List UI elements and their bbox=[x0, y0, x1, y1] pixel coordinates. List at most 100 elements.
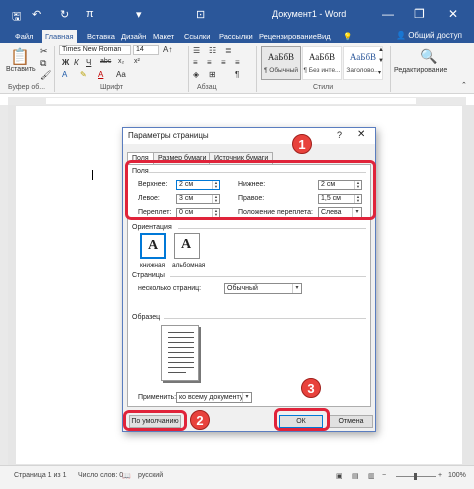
tab-insert[interactable]: Вставка bbox=[84, 30, 118, 43]
style-normal[interactable]: АаБбВ ¶ Обычный bbox=[261, 46, 301, 80]
superscript-button[interactable]: x² bbox=[134, 58, 140, 65]
font-color-icon[interactable]: A bbox=[98, 70, 103, 79]
page-count[interactable]: Страница 1 из 1 bbox=[14, 472, 66, 479]
zoom-level[interactable]: 100% bbox=[448, 472, 466, 479]
apply-to-label: Применить: bbox=[138, 394, 177, 401]
italic-button[interactable]: К bbox=[74, 58, 79, 67]
language-indicator[interactable]: русский bbox=[138, 472, 163, 479]
share-button[interactable]: 👤 Общий доступ bbox=[396, 31, 462, 40]
zoom-slider-thumb[interactable] bbox=[414, 473, 417, 480]
tab-file[interactable]: Файл bbox=[12, 30, 36, 43]
collapse-ribbon-icon[interactable]: ⌃ bbox=[461, 81, 467, 89]
pages-section-label: Страницы bbox=[132, 272, 165, 279]
horizontal-ruler[interactable] bbox=[8, 97, 466, 105]
chevron-down-icon: ▾ bbox=[292, 284, 301, 293]
read-mode-icon[interactable]: ▣ bbox=[336, 472, 343, 480]
dialog-close-button[interactable]: ✕ bbox=[357, 129, 365, 140]
multiple-pages-select[interactable]: Обычный ▾ bbox=[224, 283, 302, 294]
paste-button-label[interactable]: Вставить bbox=[6, 66, 36, 73]
group-label-paragraph: Абзац bbox=[197, 84, 217, 91]
show-marks-icon[interactable]: ¶ bbox=[235, 70, 239, 79]
landscape-option[interactable]: A bbox=[174, 233, 200, 259]
portrait-option[interactable]: A bbox=[140, 233, 166, 259]
step-badge-2: 2 bbox=[190, 410, 210, 430]
align-left-icon[interactable]: ≡ bbox=[193, 58, 198, 67]
print-layout-icon[interactable]: ▤ bbox=[352, 472, 359, 480]
style-no-spacing[interactable]: АаБбВ ¶ Без инте... bbox=[302, 46, 342, 80]
vertical-ruler[interactable] bbox=[0, 105, 8, 465]
grow-font-icon[interactable]: A↑ bbox=[163, 45, 172, 54]
default-button-highlight bbox=[123, 410, 187, 431]
window-title: Документ1 - Word bbox=[272, 9, 347, 19]
redo-icon[interactable]: ↻ bbox=[60, 8, 69, 21]
chevron-down-icon: ▾ bbox=[242, 393, 251, 402]
tab-review[interactable]: Рецензирование bbox=[256, 30, 320, 43]
preview-line bbox=[168, 337, 194, 338]
cancel-button[interactable]: Отмена bbox=[329, 415, 373, 428]
undo-icon[interactable]: ↶ bbox=[32, 8, 41, 21]
apply-to-select[interactable]: ко всему документу ▾ bbox=[176, 392, 252, 403]
copy-icon[interactable]: ⧉ bbox=[40, 58, 46, 69]
tab-references[interactable]: Ссылки bbox=[181, 30, 213, 43]
group-label-styles: Стили bbox=[313, 84, 334, 91]
editing-button[interactable]: Редактирование bbox=[394, 67, 447, 74]
change-case-icon[interactable]: Aa bbox=[116, 70, 126, 79]
proofing-icon[interactable]: 📖 bbox=[122, 472, 131, 480]
tab-layout[interactable]: Макет bbox=[150, 30, 177, 43]
font-name-select[interactable]: Times New Roman bbox=[59, 45, 131, 55]
restore-button[interactable]: ❐ bbox=[414, 7, 425, 21]
styles-scroll-down-icon[interactable]: ▼ bbox=[378, 58, 384, 64]
underline-button[interactable]: Ч bbox=[86, 58, 91, 67]
justify-icon[interactable]: ≡ bbox=[235, 58, 240, 67]
section-divider bbox=[178, 228, 366, 229]
tell-me-icon[interactable]: 💡 bbox=[340, 30, 355, 43]
minimize-button[interactable]: — bbox=[382, 7, 394, 21]
styles-scroll-up-icon[interactable]: ▲ bbox=[378, 47, 384, 53]
styles-more-icon[interactable]: ▾ bbox=[378, 69, 381, 76]
style-name: ¶ Обычный bbox=[263, 67, 299, 74]
word-count[interactable]: Число слов: 0 bbox=[78, 472, 123, 479]
ruler-text-area bbox=[46, 98, 416, 104]
highlight-icon[interactable]: ✎ bbox=[80, 70, 87, 79]
bold-button[interactable]: Ж bbox=[62, 58, 69, 67]
borders-icon[interactable]: ⊞ bbox=[209, 70, 216, 79]
zoom-out-icon[interactable]: − bbox=[382, 472, 386, 479]
bullets-icon[interactable]: ☰ bbox=[193, 46, 200, 55]
subscript-button[interactable]: x₂ bbox=[118, 58, 124, 65]
group-label-clipboard: Буфер об... bbox=[8, 84, 46, 91]
group-divider bbox=[54, 46, 55, 92]
preview-line bbox=[168, 367, 194, 368]
tab-mailings[interactable]: Рассылки bbox=[216, 30, 256, 43]
find-icon[interactable]: 🔍 bbox=[420, 48, 437, 65]
section-divider bbox=[170, 276, 366, 277]
paste-icon[interactable]: 📋 bbox=[10, 47, 30, 67]
help-button[interactable]: ? bbox=[337, 130, 342, 140]
preview-line bbox=[168, 372, 186, 373]
align-right-icon[interactable]: ≡ bbox=[221, 58, 226, 67]
save-icon[interactable]: 🖫 bbox=[12, 8, 21, 27]
numbering-icon[interactable]: ☷ bbox=[209, 46, 216, 55]
strikethrough-button[interactable]: abc bbox=[100, 58, 111, 65]
portrait-label[interactable]: книжная bbox=[140, 262, 165, 269]
cut-icon[interactable]: ✂ bbox=[40, 46, 48, 57]
web-layout-icon[interactable]: ▥ bbox=[368, 472, 375, 480]
text-effects-icon[interactable]: A bbox=[62, 70, 67, 79]
tab-design[interactable]: Дизайн bbox=[118, 30, 149, 43]
landscape-label[interactable]: альбомная bbox=[172, 262, 205, 269]
style-heading[interactable]: АаБбВ Заголово... bbox=[343, 46, 383, 80]
tab-home[interactable]: Главная bbox=[42, 30, 77, 43]
account-icon[interactable]: ⊡ bbox=[196, 8, 205, 21]
tab-view[interactable]: Вид bbox=[314, 30, 334, 43]
close-window-button[interactable]: ✕ bbox=[448, 7, 458, 21]
font-size-select[interactable]: 14 bbox=[133, 45, 159, 55]
customize-qa-icon[interactable]: ▾ bbox=[136, 8, 142, 21]
preview-line bbox=[168, 352, 194, 353]
zoom-in-icon[interactable]: + bbox=[438, 472, 442, 479]
align-center-icon[interactable]: ≡ bbox=[207, 58, 212, 67]
format-painter-icon[interactable]: 🖌 bbox=[40, 70, 51, 81]
shading-icon[interactable]: ◈ bbox=[193, 70, 199, 79]
section-divider bbox=[164, 318, 366, 319]
pi-icon[interactable]: π bbox=[86, 8, 94, 20]
share-label: Общий доступ bbox=[408, 31, 462, 40]
multilevel-list-icon[interactable]: ≣ bbox=[225, 46, 232, 55]
